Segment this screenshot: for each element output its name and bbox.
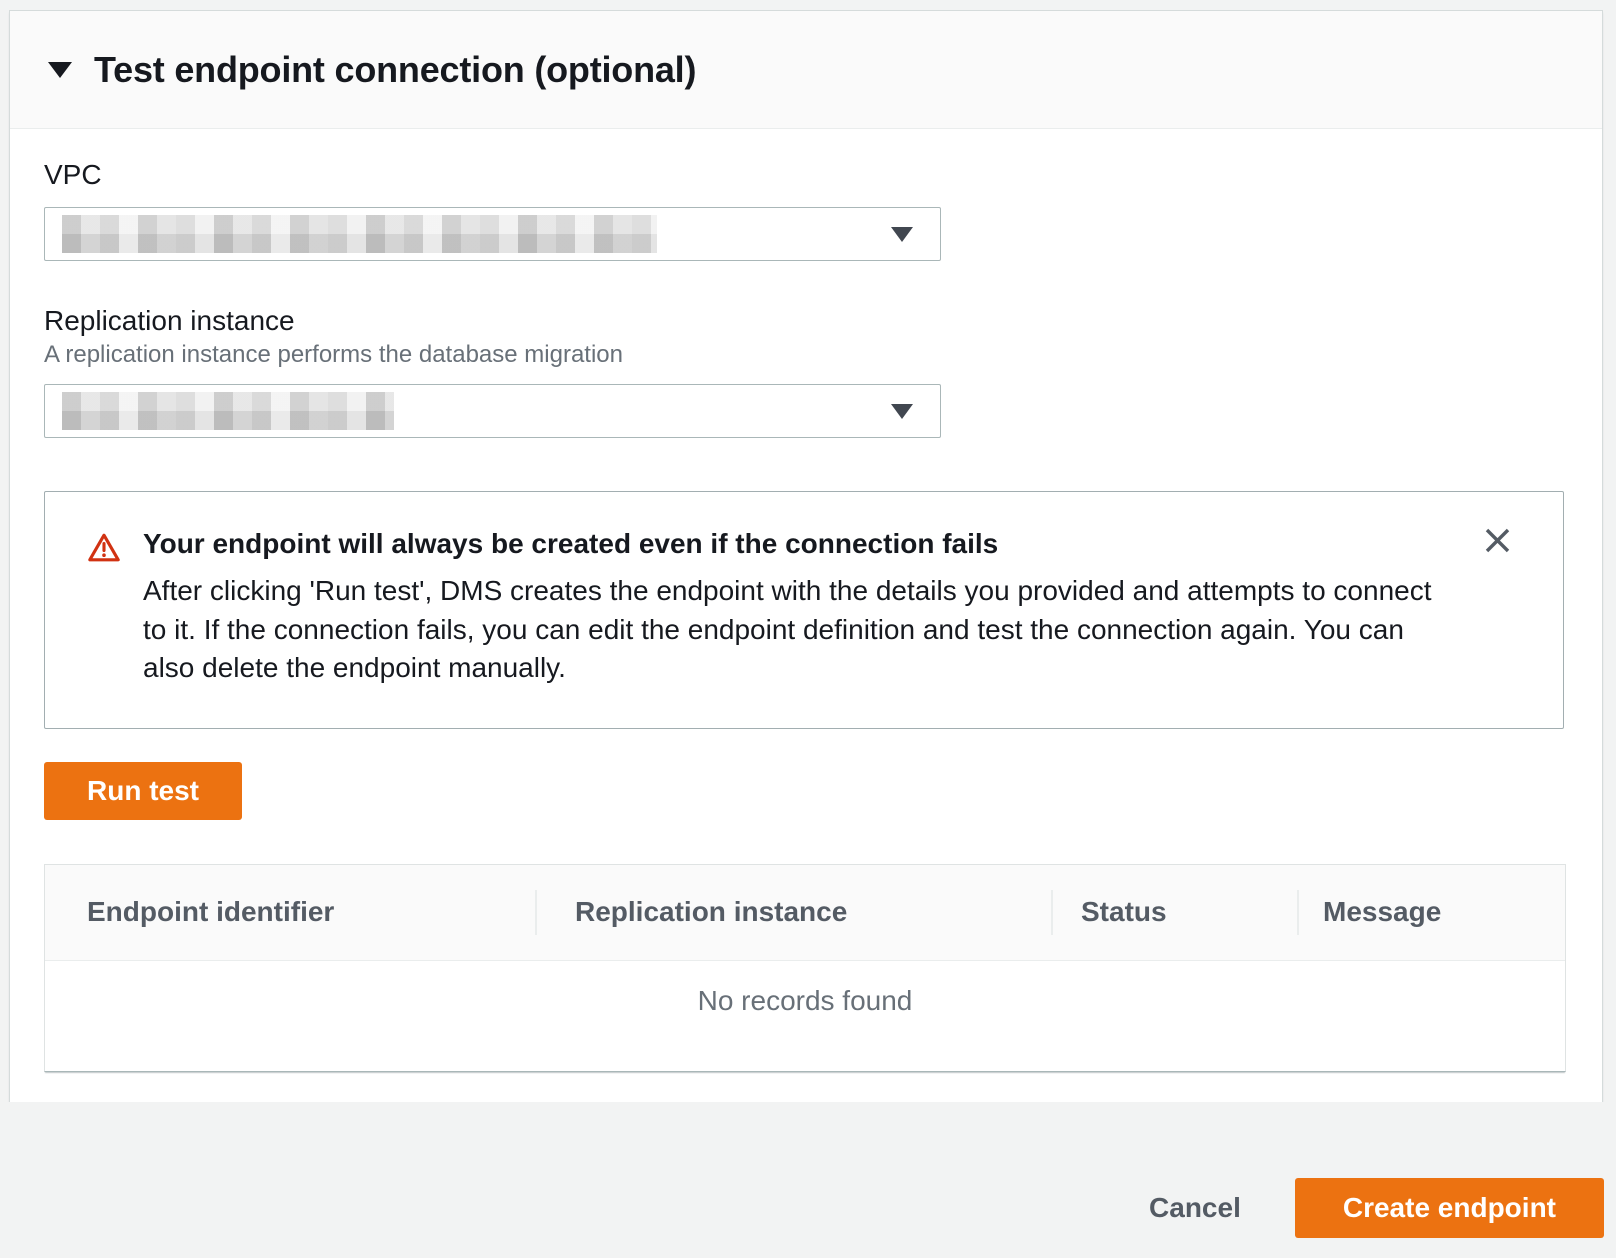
vpc-selected-value-redacted [62,215,657,253]
warning-triangle-icon [87,532,121,563]
replication-instance-select[interactable] [44,384,941,438]
column-header-replication-instance: Replication instance [535,865,1051,960]
table-body: No records found [45,961,1565,1071]
footer-action-bar: Cancel Create endpoint [0,1102,1616,1258]
replication-selected-value-redacted [62,392,394,430]
replication-instance-label: Replication instance [44,307,1562,335]
vpc-field: VPC [44,161,1562,261]
column-header-endpoint-identifier: Endpoint identifier [45,865,535,960]
panel-body: VPC Replication instance A replication i… [10,129,1602,1112]
vpc-select[interactable] [44,207,941,261]
empty-state-text: No records found [698,985,913,1071]
vpc-label: VPC [44,161,1562,189]
run-test-button[interactable]: Run test [44,762,242,820]
replication-instance-field: Replication instance A replication insta… [44,307,1562,438]
test-endpoint-connection-panel: Test endpoint connection (optional) VPC … [9,10,1603,1113]
test-results-table: Endpoint identifier Replication instance… [44,864,1566,1072]
column-header-message: Message [1297,865,1563,960]
column-header-status: Status [1051,865,1297,960]
section-collapse-caret-icon [48,62,72,78]
close-icon[interactable] [1475,518,1519,562]
table-header-row: Endpoint identifier Replication instance… [45,865,1565,961]
dropdown-caret-icon [891,227,913,242]
warning-title: Your endpoint will always be created eve… [143,526,1443,562]
warning-content: Your endpoint will always be created eve… [143,526,1443,688]
dropdown-caret-icon [891,404,913,419]
cancel-button[interactable]: Cancel [1149,1192,1241,1224]
section-header-toggle[interactable]: Test endpoint connection (optional) [10,11,1602,129]
warning-alert: Your endpoint will always be created eve… [44,491,1564,729]
replication-instance-description: A replication instance performs the data… [44,341,1562,369]
create-endpoint-button[interactable]: Create endpoint [1295,1178,1604,1238]
section-title: Test endpoint connection (optional) [94,49,696,91]
warning-body-text: After clicking 'Run test', DMS creates t… [143,572,1443,688]
